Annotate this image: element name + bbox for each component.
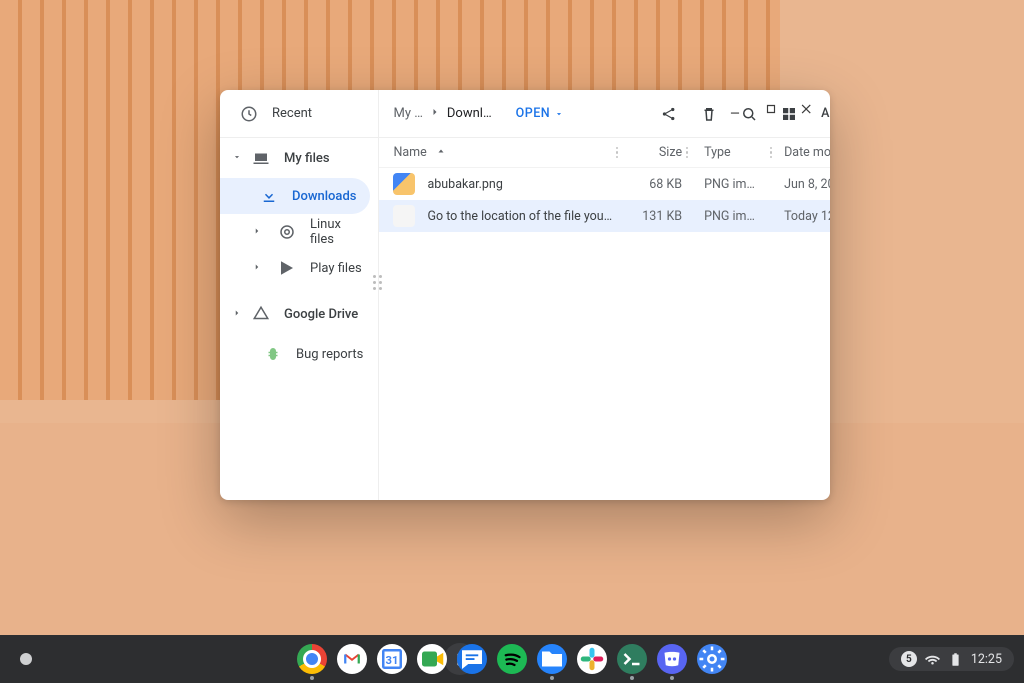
sidebar-item-downloads[interactable]: Downloads: [220, 178, 370, 214]
status-tray[interactable]: 5 12:25: [889, 647, 1014, 671]
sidebar-item-recent[interactable]: Recent: [220, 90, 378, 138]
file-type: PNG im…: [692, 177, 766, 192]
file-date: Jun 8, 2022, 4:…: [776, 177, 830, 192]
wifi-icon: [925, 652, 940, 667]
column-resize-handle[interactable]: [682, 147, 692, 159]
app-calendar[interactable]: 31: [377, 644, 407, 674]
sidebar-item-myfiles[interactable]: My files: [220, 138, 378, 178]
sidebar-label: Google Drive: [284, 307, 358, 322]
drive-icon: [252, 305, 270, 323]
sidebar: Recent My files Downloads Linux files Pl…: [220, 90, 379, 500]
app-discord[interactable]: [657, 644, 687, 674]
file-thumbnail: [393, 173, 415, 195]
chevron-down-icon: [554, 109, 564, 119]
breadcrumb-current[interactable]: Downl…: [447, 106, 492, 121]
app-terminal[interactable]: [617, 644, 647, 674]
file-size: 131 KB: [622, 209, 682, 224]
app-settings[interactable]: [697, 644, 727, 674]
sidebar-label: My files: [284, 151, 330, 166]
linux-icon: [278, 223, 296, 241]
file-row[interactable]: abubakar.png 68 KB PNG im… Jun 8, 2022, …: [379, 168, 830, 200]
app-slack[interactable]: [577, 644, 607, 674]
delete-button[interactable]: [692, 97, 726, 131]
sort-asc-icon: [435, 147, 447, 159]
launcher-button[interactable]: [10, 643, 42, 675]
sidebar-label: Downloads: [292, 189, 356, 204]
sidebar-label: Play files: [310, 261, 362, 276]
file-list: abubakar.png 68 KB PNG im… Jun 8, 2022, …: [379, 168, 830, 500]
sidebar-item-linux[interactable]: Linux files: [220, 214, 378, 250]
notification-count: 5: [901, 651, 917, 667]
share-button[interactable]: [652, 97, 686, 131]
file-date: Today 12:15 P…: [776, 209, 830, 224]
files-app-window: Recent My files Downloads Linux files Pl…: [220, 90, 830, 500]
app-chrome[interactable]: [297, 644, 327, 674]
column-resize-handle[interactable]: [766, 147, 776, 159]
column-resize-handle[interactable]: [612, 147, 622, 159]
column-size[interactable]: Size: [622, 145, 682, 160]
sidebar-item-bugreports[interactable]: Bug reports: [220, 334, 378, 374]
column-date[interactable]: Date modified: [776, 145, 830, 160]
sidebar-item-drive[interactable]: Google Drive: [220, 294, 378, 334]
sidebar-item-play[interactable]: Play files: [220, 250, 378, 286]
app-meet[interactable]: [417, 644, 447, 674]
breadcrumb: My … Downl…: [393, 106, 491, 122]
open-button[interactable]: OPEN: [516, 106, 565, 121]
app-gmail[interactable]: [337, 644, 367, 674]
toolbar: My … Downl… OPEN AZ: [379, 90, 830, 138]
file-type: PNG im…: [692, 209, 766, 224]
grid-view-button[interactable]: [772, 97, 806, 131]
clock-time: 12:25: [971, 652, 1002, 667]
chevron-right-icon: [252, 225, 262, 240]
sidebar-label: Recent: [272, 106, 312, 121]
sidebar-label: Linux files: [310, 217, 364, 247]
play-icon: [278, 259, 296, 277]
clock-icon: [240, 105, 258, 123]
app-files[interactable]: [537, 644, 567, 674]
chevron-right-icon: [252, 261, 262, 276]
download-icon: [260, 187, 278, 205]
sidebar-resize-handle[interactable]: [369, 270, 385, 294]
sidebar-label: Bug reports: [296, 347, 363, 362]
column-type[interactable]: Type: [692, 145, 766, 160]
battery-icon: [948, 652, 963, 667]
shelf-apps: 31: [297, 644, 727, 674]
column-headers: Name Size Type Date modified: [379, 138, 830, 168]
file-name: abubakar.png: [427, 177, 612, 192]
main-pane: My … Downl… OPEN AZ Name: [379, 90, 830, 500]
chevron-right-icon: [429, 106, 441, 122]
svg-text:31: 31: [386, 654, 399, 667]
breadcrumb-root[interactable]: My …: [393, 106, 422, 121]
bug-icon: [264, 345, 282, 363]
app-messages[interactable]: [457, 644, 487, 674]
chevron-right-icon: [232, 307, 242, 322]
file-thumbnail: [393, 205, 415, 227]
sort-button[interactable]: AZ: [812, 97, 830, 131]
circle-icon: [20, 653, 32, 665]
column-name[interactable]: Name: [393, 145, 612, 160]
file-size: 68 KB: [622, 177, 682, 192]
laptop-icon: [252, 149, 270, 167]
shelf: 31 5 12:25: [0, 635, 1024, 683]
chevron-down-icon: [232, 151, 242, 166]
app-spotify[interactable]: [497, 644, 527, 674]
search-button[interactable]: [732, 97, 766, 131]
file-row[interactable]: Go to the location of the file you… 131 …: [379, 200, 830, 232]
file-name: Go to the location of the file you…: [427, 209, 612, 224]
